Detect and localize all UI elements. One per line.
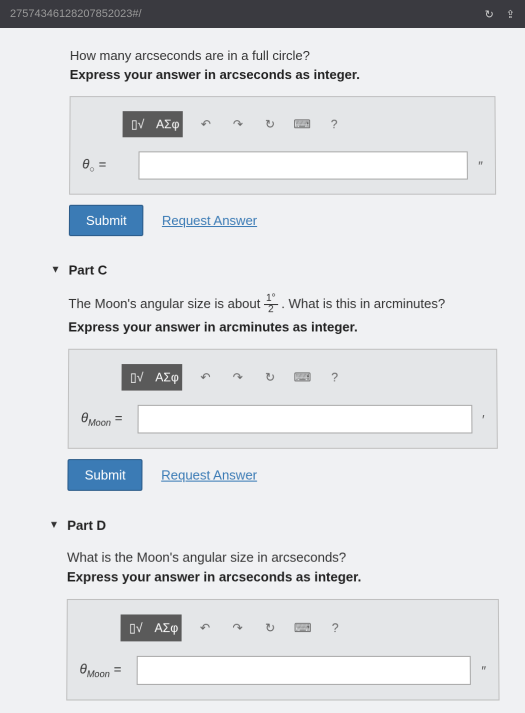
browser-action-icons: ↻ ⇪ (485, 8, 515, 21)
partC-actions: Submit Request Answer (67, 459, 498, 491)
url-fragment: 27574346128207852023#/ (10, 8, 142, 20)
partC-question: The Moon's angular size is about 1° 2 . … (68, 294, 497, 315)
keyboard-button[interactable]: ⌨ (287, 614, 318, 641)
toolbar-group-dark: ▯√ ΑΣφ (122, 364, 183, 391)
fraction-icon: 1° 2 (264, 294, 278, 315)
partD-instruction: Express your answer in arcseconds as int… (67, 569, 499, 584)
partC-header[interactable]: ▼ Part C (69, 262, 497, 277)
refresh-icon[interactable]: ↻ (485, 8, 494, 21)
partC-instruction: Express your answer in arcminutes as int… (68, 319, 497, 334)
collapse-caret-icon[interactable]: ▼ (50, 264, 60, 275)
partD-unit: ″ (481, 663, 486, 679)
greek-button[interactable]: ΑΣφ (152, 364, 182, 391)
collapse-caret-icon[interactable]: ▼ (49, 520, 59, 531)
formula-toolbar: ▯√ ΑΣφ ↶ ↷ ↻ ⌨ ? (122, 364, 485, 391)
partC-submit-button[interactable]: Submit (67, 459, 143, 491)
share-icon[interactable]: ⇪ (506, 8, 515, 21)
partC-answer-input[interactable] (138, 405, 472, 434)
partB-request-answer-link[interactable]: Request Answer (162, 213, 257, 228)
partC-input-row: θMoon = ′ (81, 405, 485, 434)
redo-button[interactable]: ↷ (222, 614, 253, 641)
partD-header[interactable]: ▼ Part D (67, 518, 498, 533)
partD-title: Part D (67, 518, 106, 533)
reset-button[interactable]: ↻ (255, 364, 285, 391)
keyboard-button[interactable]: ⌨ (287, 364, 317, 391)
undo-button[interactable]: ↶ (191, 111, 221, 137)
help-button[interactable]: ? (320, 614, 351, 641)
partD-variable-label: θMoon = (80, 661, 131, 679)
formula-toolbar: ▯√ ΑΣφ ↶ ↷ ↻ ⌨ ? (123, 111, 483, 137)
browser-address-bar: 27574346128207852023#/ ↻ ⇪ (0, 0, 525, 28)
partC-title: Part C (69, 262, 108, 277)
partB-actions: Submit Request Answer (69, 205, 497, 236)
undo-button[interactable]: ↶ (190, 614, 221, 641)
template-button[interactable]: ▯√ (123, 111, 153, 137)
page-content: How many arcseconds are in a full circle… (0, 28, 525, 713)
help-button[interactable]: ? (319, 111, 349, 137)
redo-button[interactable]: ↷ (223, 111, 253, 137)
partB-variable-label: θ○ = (82, 157, 132, 175)
keyboard-button[interactable]: ⌨ (287, 111, 317, 137)
partB-question: How many arcseconds are in a full circle… (70, 48, 495, 63)
help-button[interactable]: ? (320, 364, 350, 391)
partD-answer-input[interactable] (137, 656, 472, 685)
partB-unit: ″ (478, 158, 483, 173)
redo-button[interactable]: ↷ (223, 364, 253, 391)
partC-unit: ′ (482, 412, 485, 427)
undo-button[interactable]: ↶ (190, 364, 220, 391)
template-button[interactable]: ▯√ (122, 364, 152, 391)
toolbar-group-dark: ▯√ ΑΣφ (123, 111, 183, 137)
greek-button[interactable]: ΑΣφ (151, 614, 182, 641)
partD-answer-box: ▯√ ΑΣφ ↶ ↷ ↻ ⌨ ? θMoon = ″ (66, 599, 499, 701)
toolbar-group-dark: ▯√ ΑΣφ (121, 614, 182, 641)
partD-input-row: θMoon = ″ (80, 656, 487, 685)
partD-question: What is the Moon's angular size in arcse… (67, 549, 499, 564)
partB-submit-button[interactable]: Submit (69, 205, 144, 236)
partB-answer-input[interactable] (138, 151, 468, 179)
formula-toolbar: ▯√ ΑΣφ ↶ ↷ ↻ ⌨ ? (121, 614, 486, 641)
greek-button[interactable]: ΑΣφ (153, 111, 183, 137)
partB-input-row: θ○ = ″ (82, 151, 483, 179)
partB-answer-box: ▯√ ΑΣφ ↶ ↷ ↻ ⌨ ? θ○ = ″ (69, 96, 496, 195)
partC-variable-label: θMoon = (81, 410, 132, 428)
reset-button[interactable]: ↻ (255, 111, 285, 137)
partB-instruction: Express your answer in arcseconds as int… (70, 67, 496, 82)
reset-button[interactable]: ↻ (255, 614, 286, 641)
template-button[interactable]: ▯√ (121, 614, 152, 641)
partC-request-answer-link[interactable]: Request Answer (161, 467, 257, 482)
partC-answer-box: ▯√ ΑΣφ ↶ ↷ ↻ ⌨ ? θMoon = ′ (68, 349, 498, 449)
